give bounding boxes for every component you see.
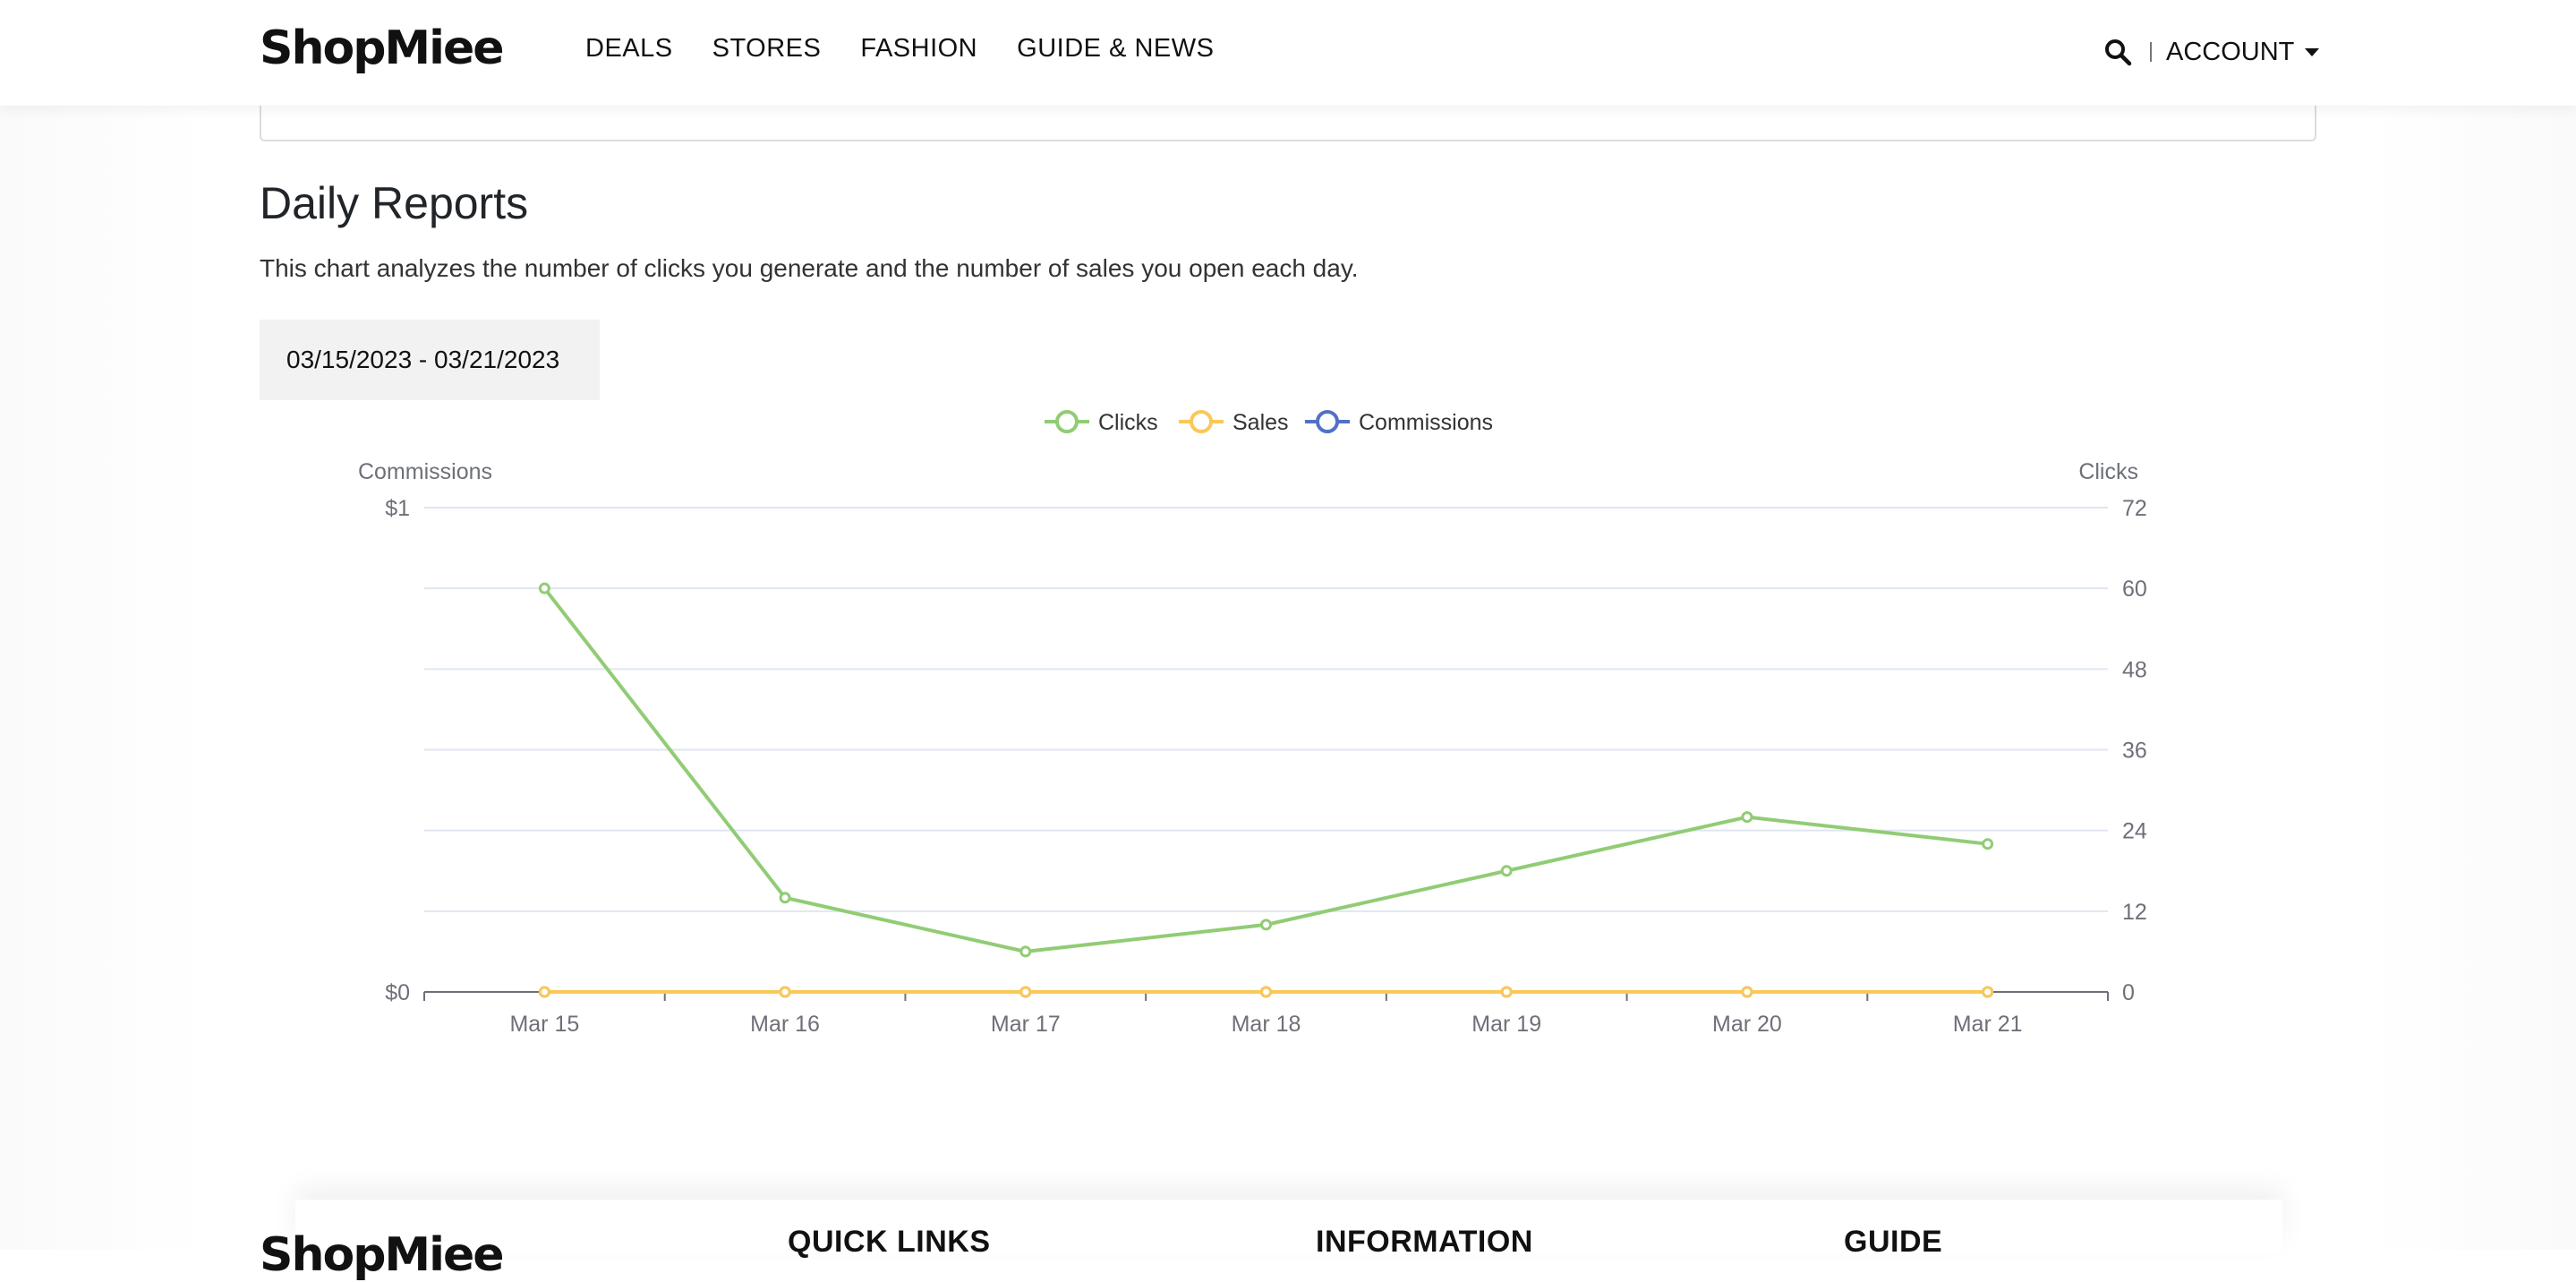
data-point-sales xyxy=(1741,986,1753,998)
legend-marker-sales xyxy=(1190,410,1213,433)
x-tick-label: Mar 15 xyxy=(509,1012,579,1037)
data-point-sales xyxy=(1982,986,1994,998)
daily-report-chart: 0 12 24 36 48 60 72 $0 $1 Commissions Clicks Mar 15… xyxy=(358,410,2147,1037)
y-right-tick-label: 36 xyxy=(2122,739,2147,764)
series-line-clicks xyxy=(542,586,1988,953)
data-point-sales xyxy=(1500,986,1513,998)
nav-stores[interactable]: STORES xyxy=(712,34,822,64)
data-point-sales xyxy=(1260,986,1272,998)
y-left-tick-label: $0 xyxy=(385,980,410,1005)
legend-label-commissions[interactable]: Commissions xyxy=(1359,410,1493,435)
y-right-tick-label: 48 xyxy=(2122,657,2147,682)
nav-deals[interactable]: DEALS xyxy=(585,34,673,64)
account-dropdown[interactable]: ACCOUNT xyxy=(2166,37,2320,67)
legend-marker-commissions xyxy=(1316,410,1339,433)
y-right-tick-label: 24 xyxy=(2122,819,2147,844)
footer-heading-information: INFORMATION xyxy=(1316,1225,1533,1259)
site-logo[interactable]: ShopMiee xyxy=(260,21,505,75)
legend-marker-clicks xyxy=(1055,410,1079,433)
search-icon[interactable] xyxy=(2103,38,2132,66)
legend-label-clicks[interactable]: Clicks xyxy=(1098,410,1158,435)
data-point-sales xyxy=(538,986,550,998)
footer-logo[interactable]: ShopMiee xyxy=(260,1228,505,1282)
account-label: ACCOUNT xyxy=(2166,37,2295,66)
footer-heading-guide: GUIDE xyxy=(1844,1225,1943,1259)
nav-guide-news[interactable]: GUIDE & NEWS xyxy=(1017,34,1214,64)
y-left-axis-label: Commissions xyxy=(358,459,492,484)
y-right-axis-label: Clicks xyxy=(2078,459,2138,484)
x-tick-label: Mar 16 xyxy=(750,1012,820,1037)
y-right-tick-label: 0 xyxy=(2122,980,2135,1005)
footer-panel xyxy=(295,1200,2282,1253)
data-point-sales xyxy=(779,986,791,998)
data-point-clicks xyxy=(1982,838,1994,850)
header-actions: ACCOUNT xyxy=(2103,32,2320,72)
data-point-clicks xyxy=(779,892,791,904)
data-point-clicks xyxy=(1500,865,1513,877)
main-nav: DEALS STORES FASHION GUIDE & NEWS xyxy=(585,34,1253,64)
x-tick-label: Mar 19 xyxy=(1471,1012,1541,1037)
chevron-down-icon xyxy=(2305,47,2320,56)
x-tick-label: Mar 17 xyxy=(991,1012,1061,1037)
nav-fashion[interactable]: FASHION xyxy=(860,34,977,64)
x-tick-label: Mar 18 xyxy=(1232,1012,1301,1037)
header-divider xyxy=(2150,42,2152,62)
data-point-clicks xyxy=(1741,811,1753,824)
x-tick-label: Mar 21 xyxy=(1953,1012,2023,1037)
y-right-tick-label: 72 xyxy=(2122,496,2147,521)
y-right-tick-label: 60 xyxy=(2122,577,2147,602)
data-point-clicks xyxy=(1019,945,1032,958)
y-left-tick-label: $1 xyxy=(385,496,410,521)
data-point-sales xyxy=(1019,986,1032,998)
x-tick-label: Mar 20 xyxy=(1712,1012,1782,1037)
site-header: ShopMiee DEALS STORES FASHION GUIDE & NE… xyxy=(0,0,2576,106)
data-point-clicks xyxy=(538,582,550,594)
footer-heading-quick-links: QUICK LINKS xyxy=(788,1225,991,1259)
y-right-tick-label: 12 xyxy=(2122,900,2147,925)
legend-label-sales[interactable]: Sales xyxy=(1233,410,1289,435)
data-point-clicks xyxy=(1260,919,1272,931)
